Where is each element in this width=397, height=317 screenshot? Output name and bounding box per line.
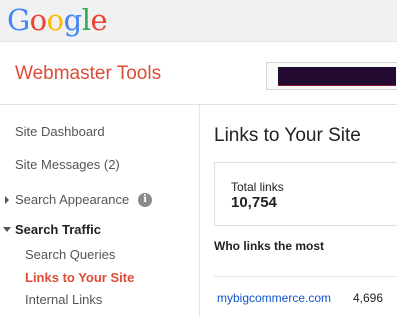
linking-domain-link[interactable]: mybigcommerce.com — [217, 291, 331, 305]
total-links-value: 10,754 — [231, 194, 277, 211]
main-content: Links to Your Site Total links 10,754 Wh… — [200, 105, 397, 317]
logo-letter: o — [29, 2, 47, 37]
sidebar-item-internal-links[interactable]: Internal Links — [25, 292, 102, 307]
collapse-arrow-icon[interactable] — [3, 227, 11, 232]
logo-letter: g — [63, 2, 83, 37]
total-links-card: Total links 10,754 — [214, 162, 397, 226]
sidebar-item-site-messages[interactable]: Site Messages (2) — [15, 157, 120, 172]
page-title: Links to Your Site — [214, 125, 361, 146]
site-selector[interactable] — [266, 62, 397, 90]
sidebar-item-links-to-your-site[interactable]: Links to Your Site — [25, 270, 134, 285]
header: Webmaster Tools — [0, 42, 397, 105]
sidebar-item-search-traffic[interactable]: Search Traffic — [15, 222, 101, 237]
logo-letter: G — [7, 2, 30, 37]
who-links-heading: Who links the most — [214, 239, 325, 253]
expand-arrow-icon[interactable] — [5, 196, 9, 204]
redacted-site-url — [278, 67, 396, 86]
total-links-label: Total links — [231, 180, 284, 194]
sidebar-item-site-dashboard[interactable]: Site Dashboard — [15, 124, 105, 139]
sidebar: Site Dashboard Site Messages (2) Search … — [0, 105, 200, 317]
sidebar-item-search-queries[interactable]: Search Queries — [25, 247, 115, 262]
linking-domain-count: 4,696 — [353, 291, 384, 305]
product-title: Webmaster Tools — [15, 63, 162, 84]
logo-letter: l — [81, 2, 91, 37]
logo-letter: o — [46, 2, 64, 37]
sidebar-item-search-appearance[interactable]: Search Appearance — [15, 192, 129, 207]
logo-letter: e — [90, 2, 108, 37]
table-divider — [214, 276, 397, 277]
top-bar: Google — [0, 0, 397, 42]
google-logo[interactable]: Google — [7, 0, 108, 40]
info-icon[interactable]: i — [138, 193, 152, 207]
